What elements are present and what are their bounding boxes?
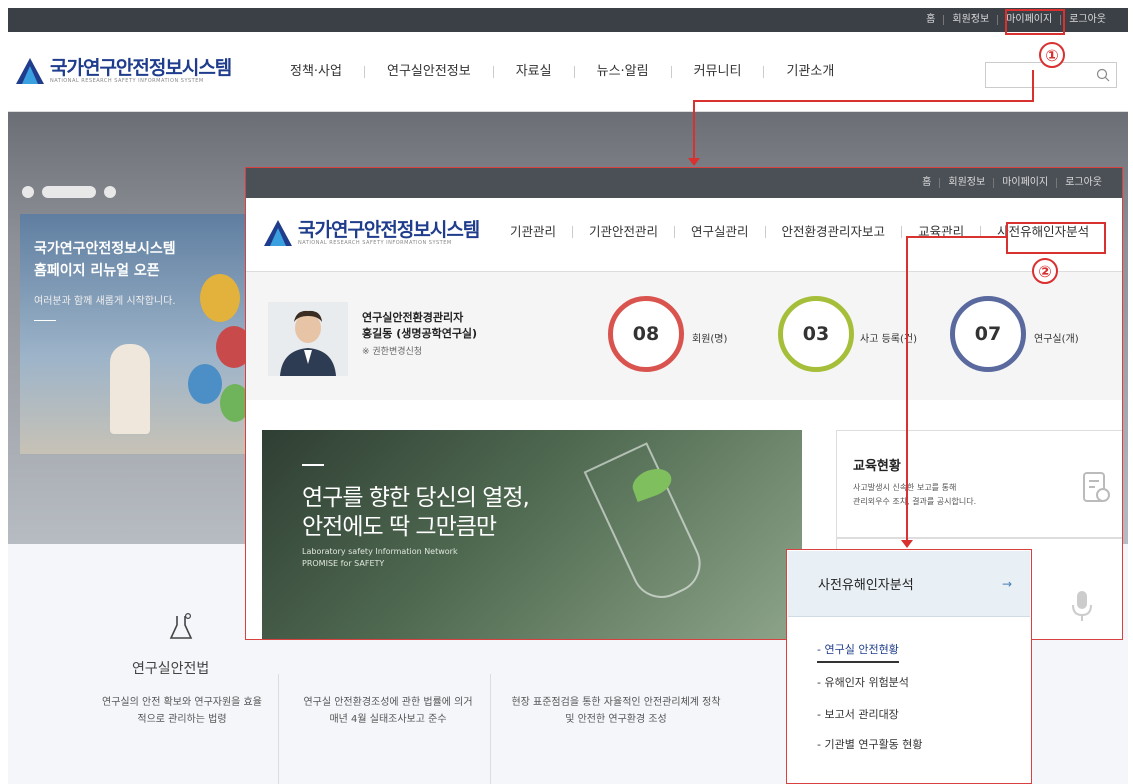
logo-title: 국가연구안전정보시스템 [50, 57, 232, 79]
connector-line [906, 236, 908, 542]
report-icon [1081, 471, 1111, 509]
connector-line [1032, 70, 1034, 102]
nav-item-about[interactable]: 기관소개 [764, 65, 856, 78]
permission-change-link[interactable]: ※ 권한변경신청 [362, 344, 422, 357]
nav-item-library[interactable]: 자료실 [494, 65, 575, 78]
hero-title-line2: 홈페이지 리뉴얼 오픈 [34, 263, 160, 279]
connector-line [906, 236, 1006, 238]
step-marker-2: ② [1032, 258, 1058, 284]
accidents-label: 사고 등록(건) [860, 334, 917, 345]
outer-topbar: 홈 회원정보 마이페이지 로그아웃 [8, 8, 1128, 32]
arrow-down-icon [688, 158, 700, 166]
site-logo[interactable]: 국가연구안전정보시스템 NATIONAL RESEARCH SAFETY INF… [16, 57, 232, 84]
nav-item-org-safety[interactable]: 기관안전관리 [573, 225, 676, 238]
education-status-card[interactable]: 교육현황 사고발생시 신속한 보고를 통해 관리외우수 조치, 결과를 공시합니… [836, 430, 1122, 538]
nav-item-org-management[interactable]: 기관관리 [494, 225, 574, 238]
connector-line [693, 100, 695, 160]
dropdown-item-hazard-risk[interactable]: - 유해인자 위험분석 [817, 674, 909, 690]
balloon-image [188, 364, 222, 404]
hero-divider [34, 320, 56, 321]
logo-mark-icon [16, 58, 44, 84]
nav-item-policy[interactable]: 정책·사업 [268, 65, 365, 78]
panel-logout-link[interactable]: 로그아웃 [1057, 178, 1110, 188]
banner-en-line1: Laboratory safety Information Network [302, 547, 458, 556]
banner-en-line2: PROMISE for SAFETY [302, 559, 385, 568]
slider-dots [22, 186, 116, 198]
profile-name: 홍길동 (생명공학연구실) [362, 327, 478, 340]
balloon-image [200, 274, 240, 322]
lower-col-2: 연구실 안전환경조성에 관한 법률에 의거 매년 4월 실태조사보고 준수 [303, 697, 473, 725]
divider [490, 674, 491, 784]
girl-image [110, 344, 150, 434]
hero-slide: 국가연구안전정보시스템홈페이지 리뉴얼 오픈 여러분과 함께 새롭게 시작합니다… [20, 214, 252, 454]
hero-title-line1: 국가연구안전정보시스템 [34, 241, 176, 257]
panel-member-info-link[interactable]: 회원정보 [940, 178, 995, 188]
slider-dot[interactable] [22, 186, 34, 198]
arrow-right-icon[interactable]: → [1002, 577, 1012, 591]
banner-line1: 연구를 향한 당신의 열정, [302, 485, 530, 511]
arrow-down-icon [901, 540, 913, 548]
banner-divider [302, 464, 324, 466]
panel-mypage-link[interactable]: 마이페이지 [994, 178, 1058, 188]
avatar [268, 302, 348, 376]
microphone-icon [1071, 589, 1093, 627]
accidents-count-ring: 03 [778, 296, 854, 372]
labs-count-ring: 07 [950, 296, 1026, 372]
logo-mark-icon [264, 220, 292, 246]
divider [278, 674, 279, 784]
lower-col-1: 연구실의 안전 확보와 연구자원을 효율적으로 관리하는 법령 [102, 697, 262, 725]
member-info-link[interactable]: 회원정보 [944, 15, 999, 25]
mypage-highlight-box [1005, 9, 1065, 35]
home-link[interactable]: 홈 [918, 15, 945, 25]
nav-item-env-report[interactable]: 안전환경관리자보고 [766, 225, 903, 238]
panel-topbar: 홈 회원정보 마이페이지 로그아웃 [246, 168, 1122, 198]
dropdown-item-org-activity[interactable]: - 기관별 연구활동 현황 [817, 736, 923, 752]
nav-item-lab-safety[interactable]: 연구실안전정보 [365, 65, 494, 78]
banner-line2: 안전에도 딱 그만큼만 [302, 514, 497, 540]
dropdown-item-lab-safety-status[interactable]: - 연구실 안전현황 [817, 641, 899, 663]
panel-logo[interactable]: 국가연구안전정보시스템 NATIONAL RESEARCH SAFETY INF… [264, 219, 480, 246]
labs-label: 연구실(개) [1034, 334, 1079, 345]
card-line1: 사고발생시 신속한 보고를 통해 [853, 483, 957, 492]
card-line2: 관리외우수 조치, 결과를 공시합니다. [853, 497, 977, 506]
dashboard-stats: 연구실안전환경관리자 홍길동 (생명공학연구실) ※ 권한변경신청 08 회원(… [246, 272, 1122, 400]
nav-item-lab-management[interactable]: 연구실관리 [675, 225, 766, 238]
hazard-nav-highlight-box [1006, 222, 1106, 254]
flask-icon [168, 612, 194, 646]
panel-home-link[interactable]: 홈 [914, 178, 941, 188]
nav-item-news[interactable]: 뉴스·알림 [575, 65, 672, 78]
dropdown-header[interactable]: 사전유해인자분석 → [788, 551, 1030, 617]
promo-banner: 연구를 향한 당신의 열정, 안전에도 딱 그만큼만 Laboratory saf… [262, 430, 802, 639]
nav-item-community[interactable]: 커뮤니티 [672, 65, 765, 78]
connector-line [693, 100, 1034, 102]
slider-dot-active[interactable] [42, 186, 96, 198]
members-label: 회원(명) [692, 334, 728, 345]
logout-link[interactable]: 로그아웃 [1061, 15, 1114, 25]
step-marker-1: ① [1039, 42, 1065, 68]
search-icon[interactable] [1096, 67, 1110, 86]
card-title: 교육현황 [853, 459, 901, 474]
hero-description: 여러분과 함께 새롭게 시작합니다. [34, 296, 176, 307]
slider-dot[interactable] [104, 186, 116, 198]
panel-logo-title: 국가연구안전정보시스템 [298, 219, 480, 241]
main-nav: 정책·사업 연구실안전정보 자료실 뉴스·알림 커뮤니티 기관소개 [268, 65, 856, 78]
profile-role: 연구실안전환경관리자 [362, 311, 464, 324]
panel-header: 국가연구안전정보시스템 NATIONAL RESEARCH SAFETY INF… [246, 198, 1122, 272]
lab-safety-law-label: 연구실안전법 [132, 661, 210, 677]
lower-col-3: 현장 표준점검을 통한 자율적인 안전관리체계 정착 및 안전한 연구환경 조성 [511, 697, 721, 725]
members-count-ring: 08 [608, 296, 684, 372]
dropdown-title: 사전유해인자분석 [818, 578, 914, 593]
dropdown-item-report-ledger[interactable]: - 보고서 관리대장 [817, 706, 899, 722]
test-tube-image [583, 442, 711, 608]
hazard-analysis-dropdown: 사전유해인자분석 → - 연구실 안전현황 - 유해인자 위험분석 - 보고서 … [786, 549, 1032, 784]
